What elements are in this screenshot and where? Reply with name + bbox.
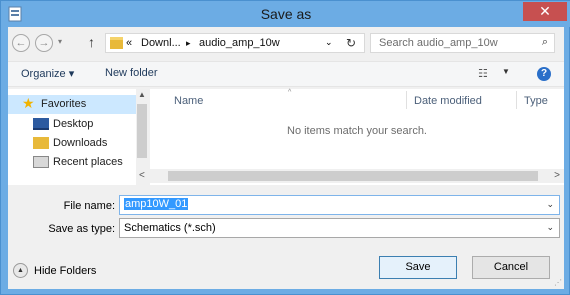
save-as-type-label: Save as type: [48,223,115,235]
file-name-input[interactable]: amp10W_01 ⌄ [119,195,560,215]
cancel-button[interactable]: Cancel [472,256,550,279]
new-folder-button[interactable]: New folder [105,67,158,79]
title-bar[interactable]: Save as ✕ [1,1,570,27]
refresh-icon[interactable]: ↻ [346,36,356,50]
scroll-left-icon[interactable]: < [139,170,145,181]
save-as-type-dropdown-icon[interactable]: ⌄ [546,222,554,233]
save-as-type-value: Schematics (*.sch) [124,222,216,234]
close-button[interactable]: ✕ [523,2,567,21]
window-title: Save as [260,6,312,22]
search-placeholder: Search audio_amp_10w [379,37,498,49]
back-button[interactable]: ← [12,34,30,52]
file-name-dropdown-icon[interactable]: ⌄ [546,199,554,210]
column-header-name[interactable]: Name [174,95,203,107]
search-icon[interactable]: ⌕ [542,36,548,49]
forward-button[interactable]: → [35,34,53,52]
hide-folders-label: Hide Folders [34,265,97,277]
command-toolbar: Organize ▾ New folder ☷ ▼ ? [8,61,564,87]
collapse-up-icon: ▲ [13,263,28,278]
file-list-horizontal-scrollbar[interactable]: > [150,169,564,183]
address-dropdown-icon[interactable]: ⌄ [325,37,333,48]
view-options-dropdown-icon[interactable]: ▼ [502,67,510,76]
downloads-folder-icon [33,137,49,149]
sidebar-item-favorites[interactable]: ★ Favorites [8,95,136,114]
save-as-type-select[interactable]: Schematics (*.sch) ⌄ [119,218,560,238]
resize-grip-icon[interactable]: ⋰ [554,278,562,287]
forward-arrow-icon: → [38,37,50,49]
recent-locations-icon[interactable]: ▾ [58,37,62,46]
sidebar-item-label: Recent places [53,156,123,168]
help-icon[interactable]: ? [537,67,551,81]
scrollbar-thumb[interactable] [137,104,147,158]
save-button[interactable]: Save [379,256,457,279]
column-divider[interactable] [406,91,407,109]
breadcrumb-overflow-icon[interactable]: « [126,37,132,49]
column-header-type[interactable]: Type [524,95,548,107]
dialog-body: ← → ▾ ↑ « Downl... ▸ audio_amp_10w ⌄ ↻ S… [8,27,564,289]
up-folder-button[interactable]: ↑ [88,34,95,50]
desktop-icon [33,118,49,130]
breadcrumb-downloads[interactable]: Downl... [141,37,181,49]
folder-icon [110,37,123,49]
change-view-icon[interactable]: ☷ [478,67,488,80]
sidebar-item-label: Favorites [41,98,87,110]
scrollbar-thumb[interactable] [168,171,538,181]
star-icon: ★ [22,95,35,111]
breadcrumb-current-folder[interactable]: audio_amp_10w [199,37,280,49]
close-icon: ✕ [539,3,551,19]
sidebar-item-label: Desktop [53,118,94,130]
address-bar[interactable]: « Downl... ▸ audio_amp_10w ⌄ ↻ [105,33,365,53]
save-as-dialog: Save as ✕ ← → ▾ ↑ « Downl... ▸ audio_amp… [0,0,570,295]
sort-ascending-icon: ^ [288,89,292,96]
organize-menu-button[interactable]: Organize ▾ [21,67,74,80]
file-name-value[interactable]: amp10W_01 [124,198,189,210]
sidebar-item-label: Downloads [53,137,108,149]
empty-list-message: No items match your search. [287,125,427,137]
search-input[interactable]: Search audio_amp_10w ⌕ [370,33,555,53]
column-divider[interactable] [516,91,517,109]
breadcrumb-separator-icon[interactable]: ▸ [186,38,191,49]
sidebar-item-desktop[interactable]: Desktop [8,115,136,134]
file-name-label: File name: [63,200,115,212]
navigation-pane: ★ Favorites Desktop Downloads Recent pla… [8,89,148,185]
sidebar-item-recent-places[interactable]: Recent places [8,153,136,172]
navigation-bar: ← → ▾ ↑ « Downl... ▸ audio_amp_10w ⌄ ↻ S… [8,27,564,59]
sidebar-item-downloads[interactable]: Downloads [8,134,136,153]
recent-places-icon [33,156,49,168]
back-arrow-icon: ← [15,37,27,49]
scroll-right-icon[interactable]: > [554,170,560,181]
column-header-date-modified[interactable]: Date modified [414,95,482,107]
scroll-up-icon[interactable]: ▲ [138,90,146,99]
